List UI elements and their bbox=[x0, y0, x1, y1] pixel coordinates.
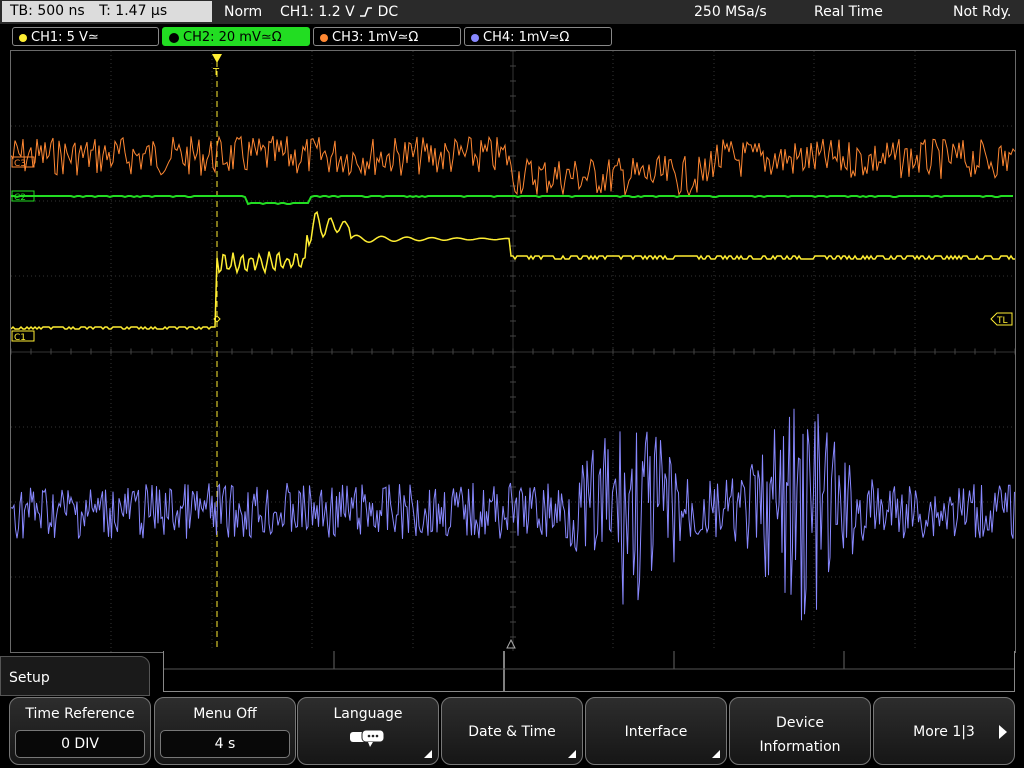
date-time-softkey[interactable]: Date & Time bbox=[441, 697, 583, 765]
trigger-coupling: DC bbox=[377, 4, 399, 20]
channel-2-trace bbox=[11, 194, 1013, 206]
trigger-t-icon: T bbox=[212, 67, 220, 78]
device-information-softkey[interactable]: Device Information bbox=[729, 697, 871, 765]
rising-edge-icon bbox=[359, 4, 377, 20]
svg-text:TL: TL bbox=[996, 316, 1008, 326]
device-information-line-2: Information bbox=[759, 739, 841, 755]
channel-1-marker: C1 bbox=[11, 330, 35, 343]
channel-4-dot-icon bbox=[471, 33, 479, 42]
acquisition-mode: Real Time bbox=[814, 4, 883, 20]
language-softkey[interactable]: Language bbox=[297, 697, 439, 765]
trigger-source-label: CH1: 1.2 V bbox=[280, 4, 355, 20]
channel-3-button[interactable]: CH3: 1mV≃Ω bbox=[313, 27, 461, 46]
waveform-canvas: T C3 C2 C1 TL bbox=[10, 50, 1016, 653]
device-information-label: Device Information bbox=[730, 711, 870, 759]
timebase-box[interactable]: TB: 500 ns T: 1.47 µs bbox=[2, 1, 212, 22]
submenu-indicator-icon bbox=[712, 750, 720, 758]
channel-1-button[interactable]: CH1: 5 V≃ bbox=[12, 27, 159, 46]
time-reference-value: 0 DIV bbox=[15, 730, 145, 758]
channel-4-label: CH4: 1mV≃Ω bbox=[483, 30, 570, 45]
channel-3-dot-icon bbox=[320, 33, 328, 42]
channel-3-marker: C3 bbox=[11, 156, 35, 169]
trigger-mode[interactable]: Norm bbox=[224, 0, 262, 24]
svg-text:C2: C2 bbox=[14, 193, 26, 203]
channel-2-label: CH2: 20 mV≃Ω bbox=[183, 30, 282, 45]
graticule bbox=[10, 50, 1016, 653]
channel-bar: CH1: 5 V≃ CH2: 20 mV≃Ω CH3: 1mV≃Ω CH4: 1… bbox=[0, 27, 1024, 47]
channel-1-dot-icon bbox=[19, 33, 27, 42]
sample-rate: 250 MSa/s bbox=[694, 4, 767, 20]
time-reference-icon bbox=[506, 638, 516, 649]
channel-3-label: CH3: 1mV≃Ω bbox=[332, 30, 419, 45]
interface-label: Interface bbox=[624, 724, 688, 740]
svg-text:C3: C3 bbox=[14, 159, 26, 169]
trigger-level-marker[interactable]: TL bbox=[990, 312, 1013, 326]
status-bar: TB: 500 ns T: 1.47 µs Norm CH1: 1.2 V DC… bbox=[0, 0, 1024, 24]
channel-2-button[interactable]: CH2: 20 mV≃Ω bbox=[162, 27, 310, 46]
trigger-source[interactable]: CH1: 1.2 V DC bbox=[280, 0, 398, 24]
trigger-position-icon bbox=[212, 54, 222, 63]
waveform-display[interactable]: T C3 C2 C1 TL bbox=[10, 50, 1016, 653]
svg-text:C1: C1 bbox=[14, 333, 26, 343]
trigger-time-value: T: 1.47 µs bbox=[99, 3, 168, 19]
submenu-indicator-icon bbox=[568, 750, 576, 758]
date-time-label: Date & Time bbox=[468, 724, 556, 740]
submenu-indicator-icon bbox=[424, 750, 432, 758]
device-information-line-1: Device bbox=[776, 715, 824, 731]
time-reference-label: Time Reference bbox=[25, 706, 135, 722]
next-page-arrow-icon bbox=[998, 725, 1008, 743]
trigger-state: Not Rdy. bbox=[953, 4, 1012, 20]
menu-off-softkey[interactable]: Menu Off 4 s bbox=[154, 697, 296, 765]
menu-title: Setup bbox=[0, 656, 150, 696]
time-reference-softkey[interactable]: Time Reference 0 DIV bbox=[9, 697, 151, 765]
speech-bubbles-icon bbox=[298, 728, 438, 754]
zoom-strip bbox=[163, 651, 1015, 692]
channel-1-label: CH1: 5 V≃ bbox=[31, 30, 99, 45]
interface-softkey[interactable]: Interface bbox=[585, 697, 727, 765]
more-label: More 1|3 bbox=[913, 724, 975, 740]
language-label: Language bbox=[333, 706, 403, 722]
menu-off-value: 4 s bbox=[160, 730, 290, 758]
more-softkey[interactable]: More 1|3 bbox=[873, 697, 1015, 765]
channel-4-button[interactable]: CH4: 1mV≃Ω bbox=[464, 27, 612, 46]
timebase-value: TB: 500 ns bbox=[10, 3, 85, 19]
channel-2-dot-icon bbox=[169, 32, 179, 43]
menu-off-label: Menu Off bbox=[193, 706, 257, 722]
